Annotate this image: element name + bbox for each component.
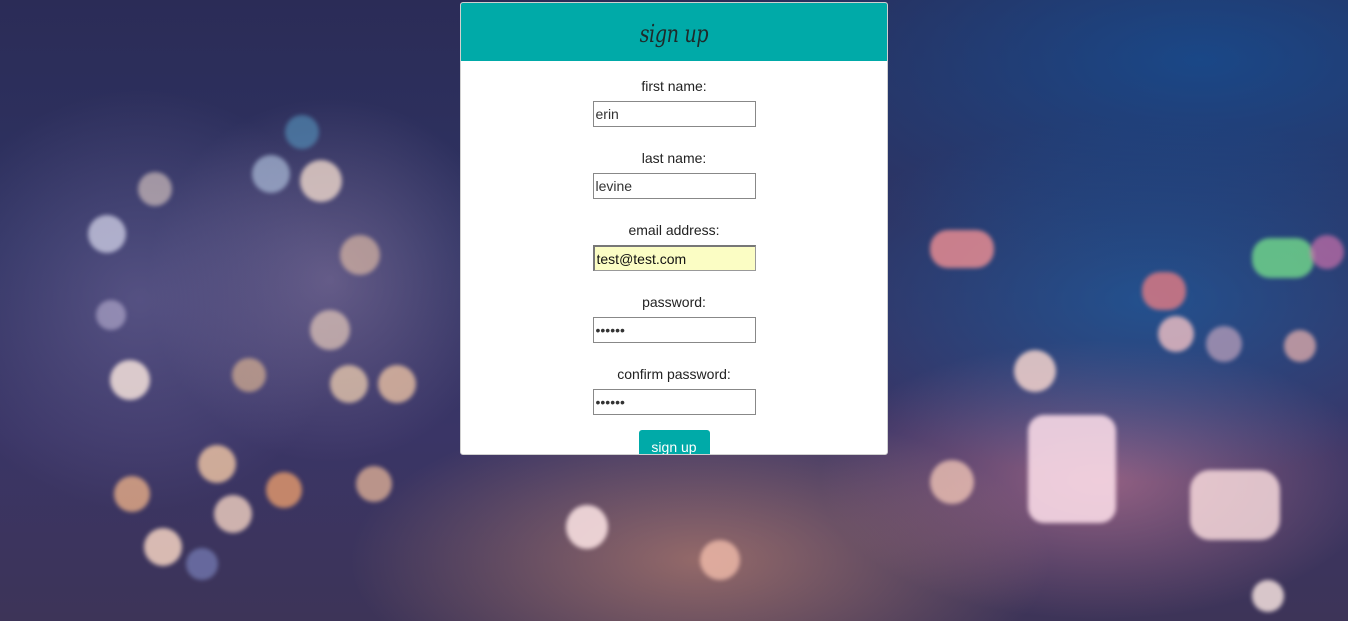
signup-title: sign up: [639, 20, 709, 48]
first-name-input[interactable]: [592, 101, 756, 127]
email-label: email address:: [628, 222, 720, 238]
signup-form: first name: last name: email address: pa…: [461, 61, 887, 454]
signup-card: sign up first name: last name: email add…: [460, 2, 888, 455]
password-label: password:: [642, 294, 706, 310]
confirm-password-label: confirm password:: [617, 366, 731, 382]
last-name-input[interactable]: [592, 173, 756, 199]
signup-card-header: sign up: [461, 3, 887, 61]
signup-submit-button[interactable]: sign up: [638, 430, 710, 454]
first-name-label: first name:: [641, 78, 707, 94]
email-input[interactable]: [592, 245, 756, 271]
confirm-password-input[interactable]: [592, 389, 756, 415]
password-input[interactable]: [592, 317, 756, 343]
last-name-label: last name:: [641, 150, 707, 166]
